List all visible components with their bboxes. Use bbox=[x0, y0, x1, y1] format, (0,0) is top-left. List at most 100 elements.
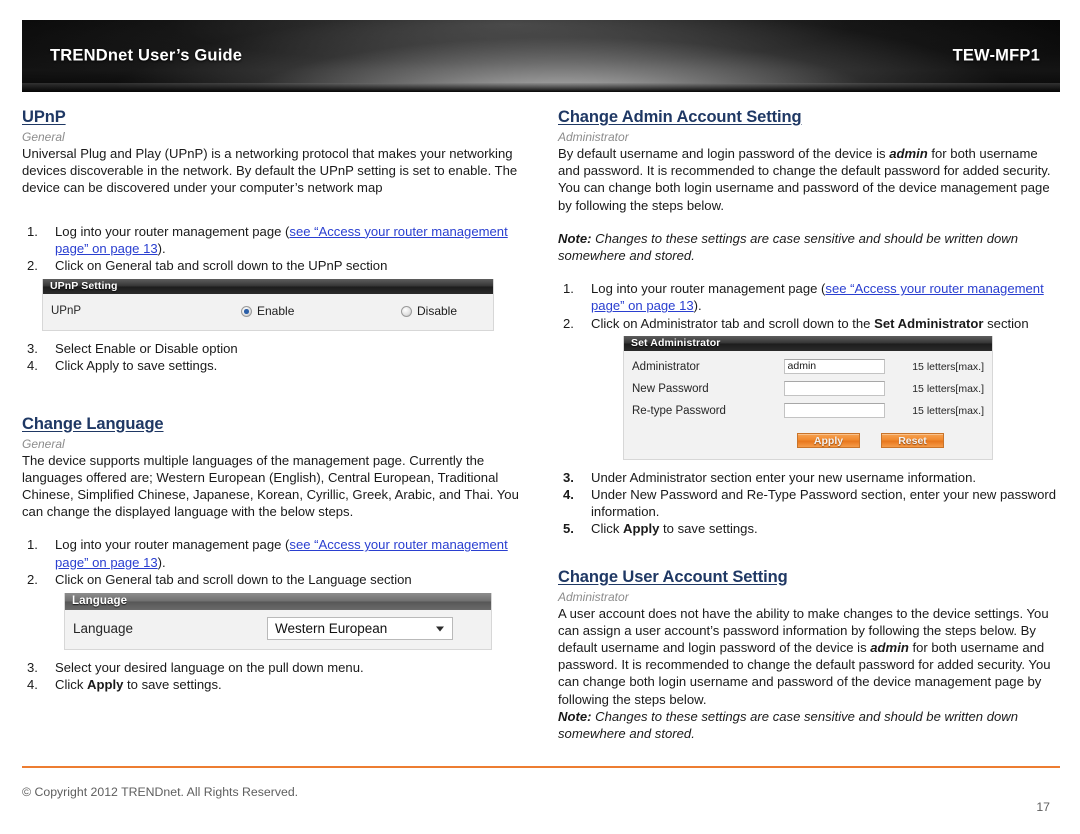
step-text: Log into your router management page ( bbox=[55, 223, 290, 239]
list-item: Under Administrator section enter your n… bbox=[558, 469, 1058, 486]
paragraph-part: By default username and login password o… bbox=[558, 146, 890, 161]
step-text-bold: Apply bbox=[623, 521, 660, 537]
steps-language-before: Log into your router management page (se… bbox=[22, 536, 522, 588]
page-header-banner: TRENDnet User’s Guide TEW-MFP1 bbox=[22, 20, 1060, 92]
step-text: Select Enable or Disable option bbox=[55, 341, 238, 357]
upnp-row: UPnP Enable Disable bbox=[43, 300, 493, 322]
paragraph-upnp: Universal Plug and Play (UPnP) is a netw… bbox=[22, 146, 518, 196]
radio-enable-label: Enable bbox=[257, 304, 295, 319]
radio-enable-icon[interactable] bbox=[241, 305, 252, 317]
section-title-change-user-account: Change User Account Setting bbox=[558, 567, 788, 586]
device-model-label: TEW-MFP1 bbox=[952, 46, 1040, 65]
language-row-label: Language bbox=[73, 621, 134, 637]
list-item: Log into your router management page (se… bbox=[558, 280, 1058, 314]
right-column: Change Admin Account Setting Administrat… bbox=[558, 108, 1058, 742]
list-item: Select your desired language on the pull… bbox=[22, 659, 522, 676]
steps-admin-before: Log into your router management page ( se… bbox=[558, 280, 1058, 332]
retype-password-row-label: Re-type Password bbox=[632, 404, 726, 417]
footer-copyright: © Copyright 2012 TRENDnet. All Rights Re… bbox=[22, 785, 299, 799]
step-text-bold: Set Administrator bbox=[874, 315, 984, 331]
language-select[interactable]: Western European bbox=[267, 617, 453, 641]
widget-header-language: Language bbox=[65, 593, 491, 611]
step-text-tail: ). bbox=[693, 298, 702, 314]
list-item: Log into your router management page (se… bbox=[22, 536, 522, 570]
language-row: Language Western European bbox=[65, 617, 491, 641]
section-title-change-language: Change Language bbox=[22, 414, 164, 433]
reset-button[interactable]: Reset bbox=[881, 433, 944, 449]
step-text: Under Administrator section enter your n… bbox=[591, 469, 976, 485]
note-user-account: Note: Changes to these settings are case… bbox=[558, 708, 1058, 742]
left-column: UPnP General Universal Plug and Play (UP… bbox=[22, 108, 522, 694]
list-item: Click on General tab and scroll down to … bbox=[22, 257, 522, 274]
steps-admin-after: Under Administrator section enter your n… bbox=[558, 469, 1058, 538]
step-text-tail: to save settings. bbox=[123, 677, 222, 693]
steps-language-after: Select your desired language on the pull… bbox=[22, 659, 522, 694]
retype-password-row: Re-type Password 15 letters[max.] bbox=[624, 400, 992, 422]
paragraph-bold-admin: admin bbox=[889, 146, 928, 161]
new-password-field[interactable] bbox=[783, 381, 886, 397]
radio-option-enable[interactable]: Enable bbox=[241, 304, 401, 318]
new-password-hint: 15 letters[max.] bbox=[912, 382, 984, 395]
list-item: Click Apply to save settings. bbox=[22, 676, 522, 693]
step-text: Click on Administrator tab and scroll do… bbox=[591, 315, 875, 331]
section-subtitle-admin: Administrator bbox=[558, 130, 629, 144]
paragraph-user-account: A user account does not have the ability… bbox=[558, 605, 1058, 708]
list-item: Click Apply to save settings. bbox=[22, 357, 522, 374]
widget-language: Language Language Western European bbox=[64, 593, 492, 651]
step-text-tail: ). bbox=[157, 554, 166, 570]
step-text: Under New Password and Re-Type Password … bbox=[591, 487, 1057, 520]
widget-body-language: Language Western European bbox=[65, 610, 491, 650]
paragraph-bold-admin: admin bbox=[870, 640, 909, 656]
note-text: Changes to these settings are case sensi… bbox=[558, 230, 1019, 264]
list-item: Select Enable or Disable option bbox=[22, 340, 522, 357]
section-subtitle-language: General bbox=[22, 436, 65, 451]
step-text: Click bbox=[591, 521, 624, 537]
footer-divider bbox=[22, 766, 1060, 768]
steps-upnp-before: Log into your router management page (se… bbox=[22, 223, 522, 275]
new-password-row-label: New Password bbox=[632, 382, 709, 395]
retype-password-field[interactable] bbox=[783, 403, 886, 419]
list-item: Under New Password and Re-Type Password … bbox=[558, 486, 1058, 520]
paragraph-admin-account: By default username and login password o… bbox=[558, 145, 1058, 214]
note-label: Note: bbox=[558, 230, 592, 246]
radio-option-disable[interactable]: Disable bbox=[401, 304, 457, 318]
step-text: Select your desired language on the pull… bbox=[55, 660, 364, 676]
step-text: Log into your router management page ( bbox=[591, 281, 826, 297]
step-text-tail: ). bbox=[157, 240, 166, 256]
list-item: Click Apply to save settings. bbox=[558, 520, 1058, 537]
language-select-value: Western European bbox=[275, 621, 388, 637]
list-item: Click on General tab and scroll down to … bbox=[22, 571, 522, 588]
radio-disable-label: Disable bbox=[417, 304, 458, 319]
step-text-bold: Apply bbox=[87, 677, 124, 693]
paragraph-language: The device supports multiple languages o… bbox=[22, 452, 519, 520]
step-text: Click bbox=[55, 677, 88, 693]
step-text: Log into your router management page ( bbox=[55, 537, 290, 553]
note-text: Changes to these settings are case sensi… bbox=[558, 708, 1019, 742]
widget-header-upnp: UPnP Setting bbox=[43, 279, 493, 295]
guide-title: TRENDnet User’s Guide bbox=[50, 46, 243, 65]
administrator-hint: 15 letters[max.] bbox=[912, 360, 984, 373]
step-text: Click on General tab and scroll down to … bbox=[55, 258, 388, 274]
widget-button-row: Apply Reset bbox=[624, 430, 992, 452]
section-subtitle-upnp: General bbox=[22, 130, 65, 144]
note-admin-account: Note: Changes to these settings are case… bbox=[558, 230, 1058, 264]
new-password-row: New Password 15 letters[max.] bbox=[624, 378, 992, 400]
administrator-row-label: Administrator bbox=[632, 360, 700, 373]
list-item: Log into your router management page (se… bbox=[22, 223, 522, 257]
note-label: Note: bbox=[558, 708, 592, 724]
step-text-tail: section bbox=[983, 315, 1029, 331]
administrator-field[interactable]: admin bbox=[783, 359, 886, 375]
radio-disable-icon[interactable] bbox=[401, 305, 412, 317]
steps-upnp-after: Select Enable or Disable option Click Ap… bbox=[22, 340, 522, 375]
step-text: Click on General tab and scroll down to … bbox=[55, 571, 412, 587]
administrator-row: Administrator admin 15 letters[max.] bbox=[624, 356, 992, 378]
section-title-change-admin-account: Change Admin Account Setting bbox=[558, 108, 802, 126]
widget-header-set-administrator: Set Administrator bbox=[624, 335, 992, 351]
widget-body-set-administrator: Administrator admin 15 letters[max.] New… bbox=[624, 350, 992, 459]
apply-button[interactable]: Apply bbox=[797, 433, 860, 449]
page-number: 17 bbox=[1036, 800, 1050, 814]
section-subtitle-user: Administrator bbox=[558, 589, 629, 604]
section-title-upnp: UPnP bbox=[22, 108, 66, 126]
widget-upnp-setting: UPnP Setting UPnP Enable Disable bbox=[42, 279, 494, 332]
chevron-down-icon[interactable] bbox=[436, 626, 444, 632]
